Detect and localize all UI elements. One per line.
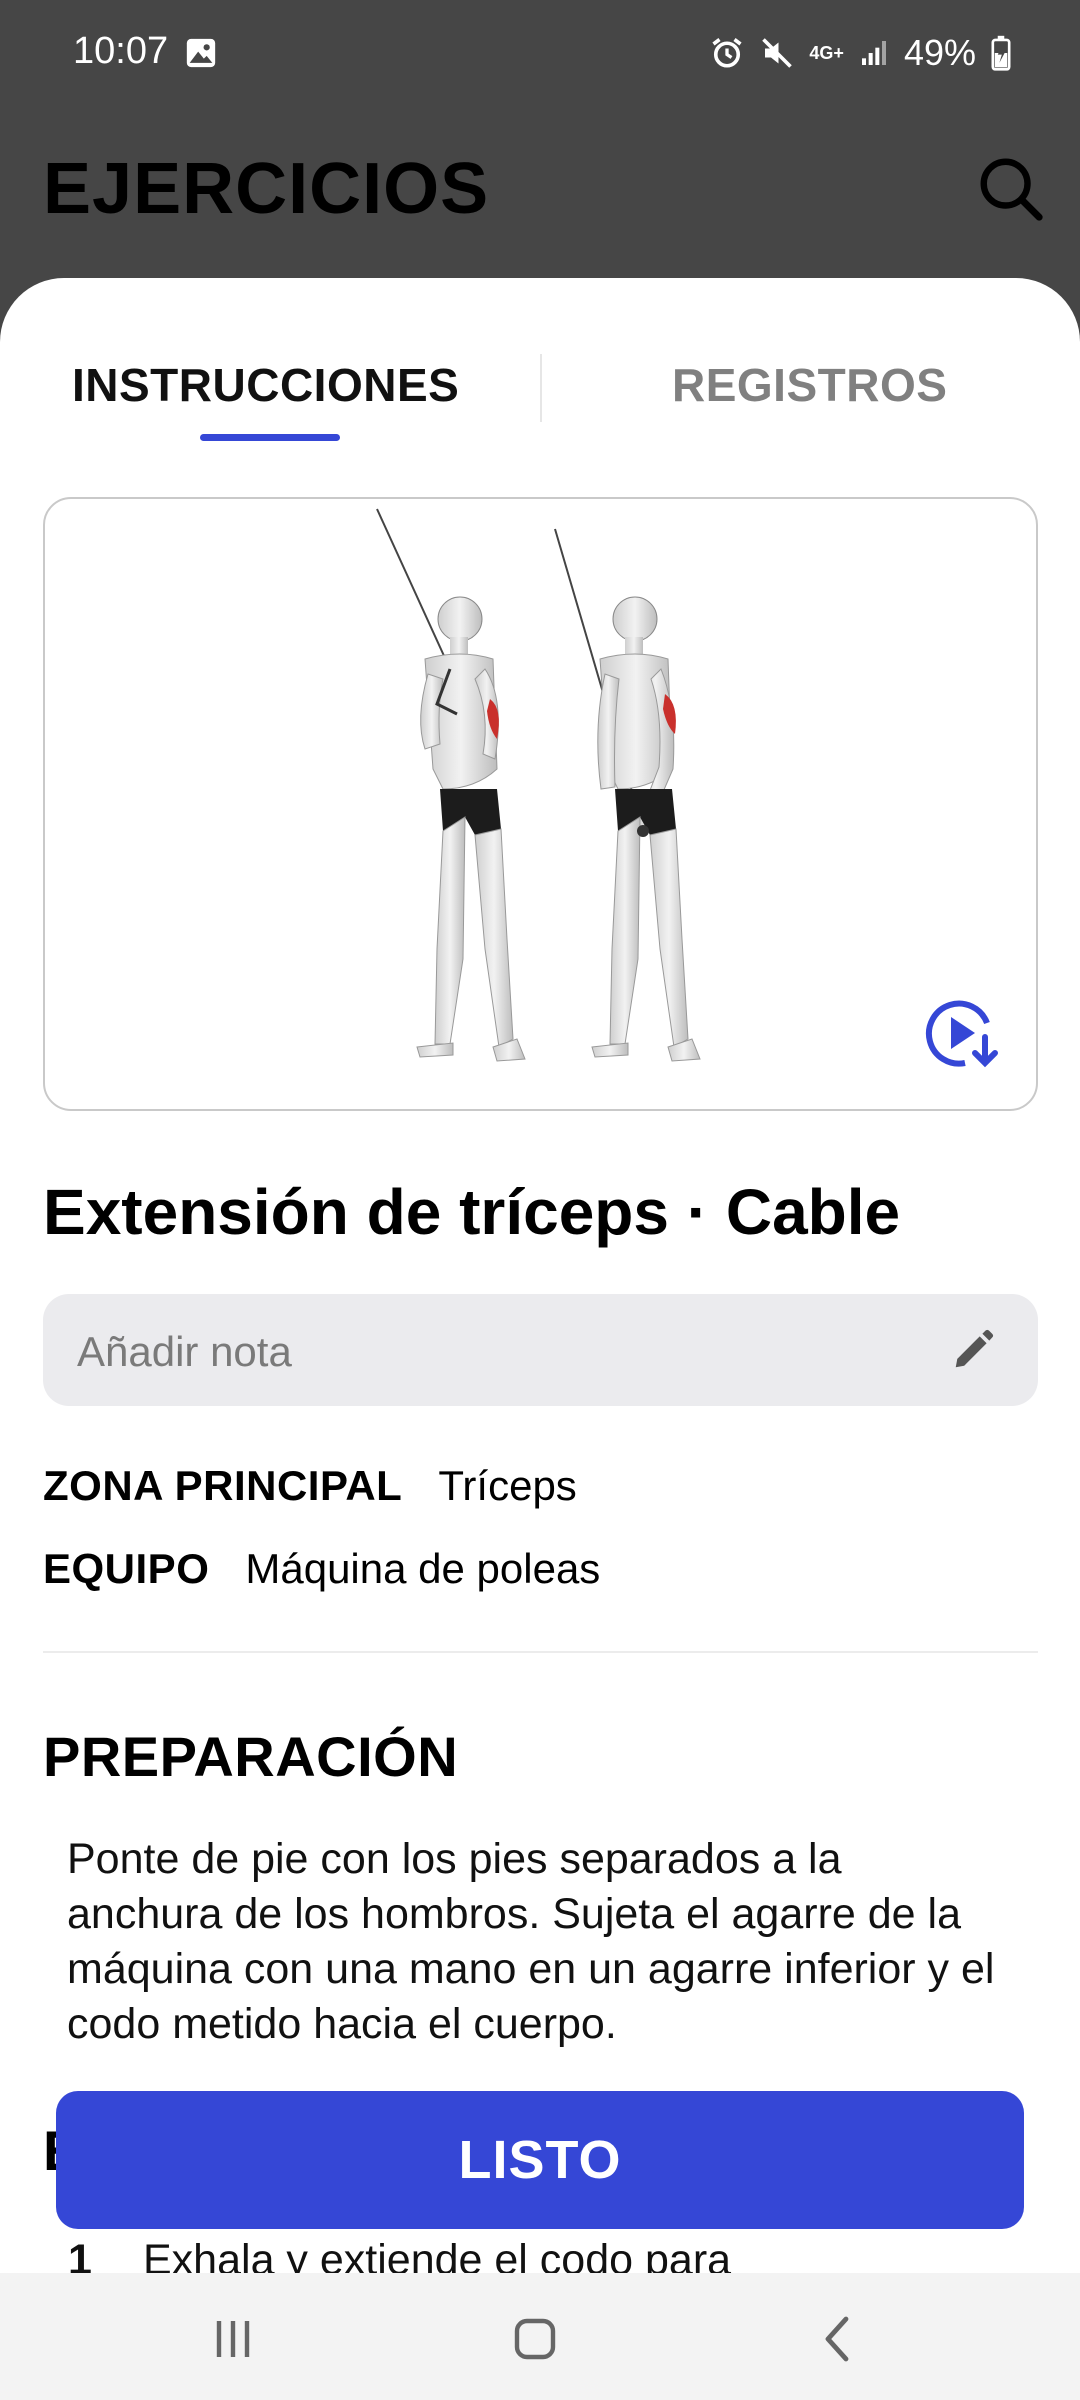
alarm-icon	[712, 38, 742, 68]
app-header: EJERCICIOS	[0, 108, 1080, 278]
status-bar: 10:07 4G+ 49%	[0, 0, 1080, 108]
image-notification-icon	[186, 38, 216, 68]
network-type: 4G+	[809, 43, 844, 63]
back-icon[interactable]	[808, 2309, 868, 2369]
meta-label: ZONA PRINCIPAL	[43, 1462, 403, 1509]
tab-instructions[interactable]: INSTRUCCIONES	[72, 358, 459, 412]
meta-value: Máquina de poleas	[245, 1545, 601, 1592]
system-nav-bar	[0, 2273, 1080, 2400]
signal-icon	[861, 41, 886, 65]
preparation-heading: PREPARACIÓN	[43, 1725, 459, 1788]
search-icon[interactable]	[975, 153, 1045, 223]
app-screen: 10:07 4G+ 49% EJERCICIOS INSTRUCCIONES R…	[0, 0, 1080, 2400]
figure-end-position	[554, 528, 701, 1062]
exercise-illustration	[376, 508, 701, 1062]
status-indicators: 4G+ 49%	[709, 30, 1012, 76]
preparation-text: Ponte de pie con los pies separados a la…	[67, 1835, 995, 2048]
exercise-image-card	[43, 497, 1038, 1111]
pencil-icon[interactable]	[950, 1327, 996, 1373]
tab-records[interactable]: REGISTROS	[672, 358, 947, 412]
status-time: 10:07	[73, 30, 169, 72]
mute-icon	[762, 38, 793, 68]
figure-start-position	[376, 508, 526, 1062]
recent-apps-icon[interactable]	[203, 2309, 263, 2369]
exercise-title: Extensión de tríceps · Cable	[43, 1176, 901, 1248]
tab-bar: INSTRUCCIONES REGISTROS	[0, 278, 1080, 448]
note-field[interactable]: Añadir nota	[43, 1294, 1038, 1406]
done-button[interactable]: LISTO	[56, 2091, 1024, 2229]
section-divider	[43, 1651, 1038, 1653]
battery-percent: 49%	[903, 32, 976, 73]
battery-charging-icon	[991, 35, 1011, 71]
video-download-icon[interactable]	[921, 993, 1001, 1073]
exercise-sheet: INSTRUCCIONES REGISTROS Extensión de trí…	[0, 278, 1080, 2400]
meta-label: EQUIPO	[43, 1545, 210, 1592]
meta-primary-zone: ZONA PRINCIPAL Tríceps	[43, 1462, 577, 1510]
meta-equipment: EQUIPO Máquina de poleas	[43, 1545, 600, 1593]
active-tab-indicator	[200, 434, 340, 441]
tab-divider	[540, 354, 542, 422]
meta-value: Tríceps	[438, 1462, 577, 1509]
home-icon[interactable]	[505, 2309, 565, 2369]
note-placeholder: Añadir nota	[77, 1328, 292, 1375]
page-title: EJERCICIOS	[43, 149, 490, 229]
